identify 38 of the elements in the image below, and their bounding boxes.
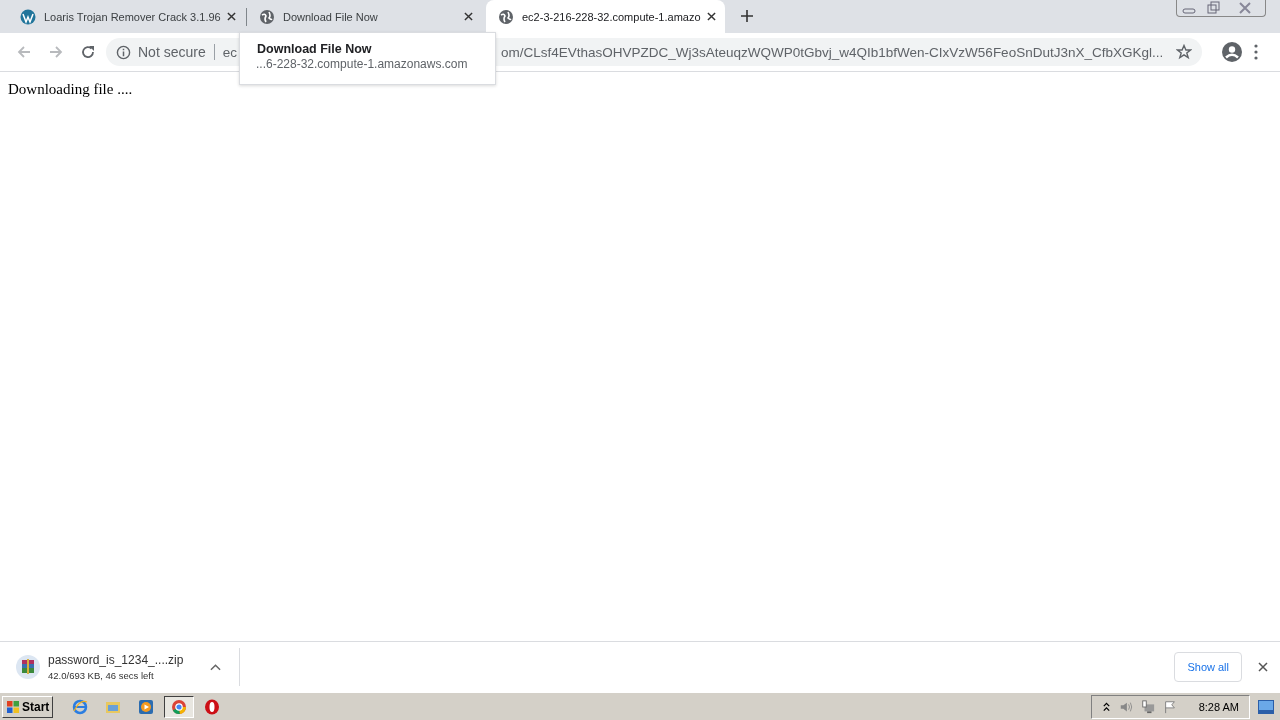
menu-icon[interactable] bbox=[1254, 44, 1258, 60]
browser-tab[interactable]: Download File Now bbox=[247, 0, 486, 33]
globe-icon bbox=[498, 8, 514, 25]
url-text: ec bbox=[222, 44, 237, 60]
url-text: om/CLsf4EVthasOHVPZDC_Wj3sAteuqzWQWP0tGbvj_w4QIb1bfWen-CIxVzW56FeoSnDutJ3nX_CfbXGKgl... bbox=[500, 44, 1164, 60]
tab-title: ec2-3-216-228-32.compute-1.amazo bbox=[522, 10, 701, 23]
security-label[interactable]: Not secure bbox=[138, 44, 206, 60]
chrome-icon[interactable] bbox=[164, 695, 195, 718]
show-all-button[interactable]: Show all bbox=[1174, 652, 1242, 682]
close-icon[interactable] bbox=[226, 12, 236, 21]
info-icon[interactable] bbox=[116, 44, 131, 60]
account-icon[interactable] bbox=[1222, 42, 1242, 62]
download-status: 42.0/693 KB, 46 secs left bbox=[48, 670, 155, 681]
archive-icon bbox=[16, 655, 40, 679]
wordpress-icon bbox=[20, 8, 36, 25]
reload-icon[interactable] bbox=[80, 44, 96, 60]
tab-title: Loaris Trojan Remover Crack 3.1.96 bbox=[44, 10, 221, 23]
start-button[interactable]: Start bbox=[2, 695, 54, 718]
tab-title: Download File Now bbox=[283, 10, 379, 23]
windows-logo-icon bbox=[6, 699, 20, 714]
close-icon[interactable] bbox=[464, 12, 473, 21]
browser-tab[interactable]: Loaris Trojan Remover Crack 3.1.96 bbox=[8, 0, 247, 33]
close-icon[interactable] bbox=[1258, 662, 1268, 672]
close-icon[interactable] bbox=[706, 12, 716, 21]
show-desktop-icon[interactable] bbox=[1258, 699, 1274, 714]
download-item[interactable]: password_is_1234_....zip 42.0/693 KB, 46 secs left bbox=[16, 653, 221, 681]
bookmark-star-icon[interactable] bbox=[1176, 44, 1192, 60]
flag-icon[interactable] bbox=[1162, 699, 1177, 714]
page-text: Downloading file .... bbox=[8, 81, 134, 98]
tooltip-title: Download File Now bbox=[257, 42, 373, 56]
browser-tab[interactable]: ec2-3-216-228-32.compute-1.amazo bbox=[486, 0, 725, 33]
window-controls[interactable] bbox=[1176, 0, 1266, 17]
globe-icon bbox=[259, 8, 275, 25]
chevron-up-icon[interactable] bbox=[1101, 699, 1111, 714]
caret-icon[interactable] bbox=[210, 663, 221, 671]
new-tab-icon[interactable] bbox=[741, 10, 753, 22]
download-filename: password_is_1234_....zip bbox=[48, 653, 185, 667]
clock[interactable]: 8:28 AM bbox=[1198, 700, 1239, 713]
